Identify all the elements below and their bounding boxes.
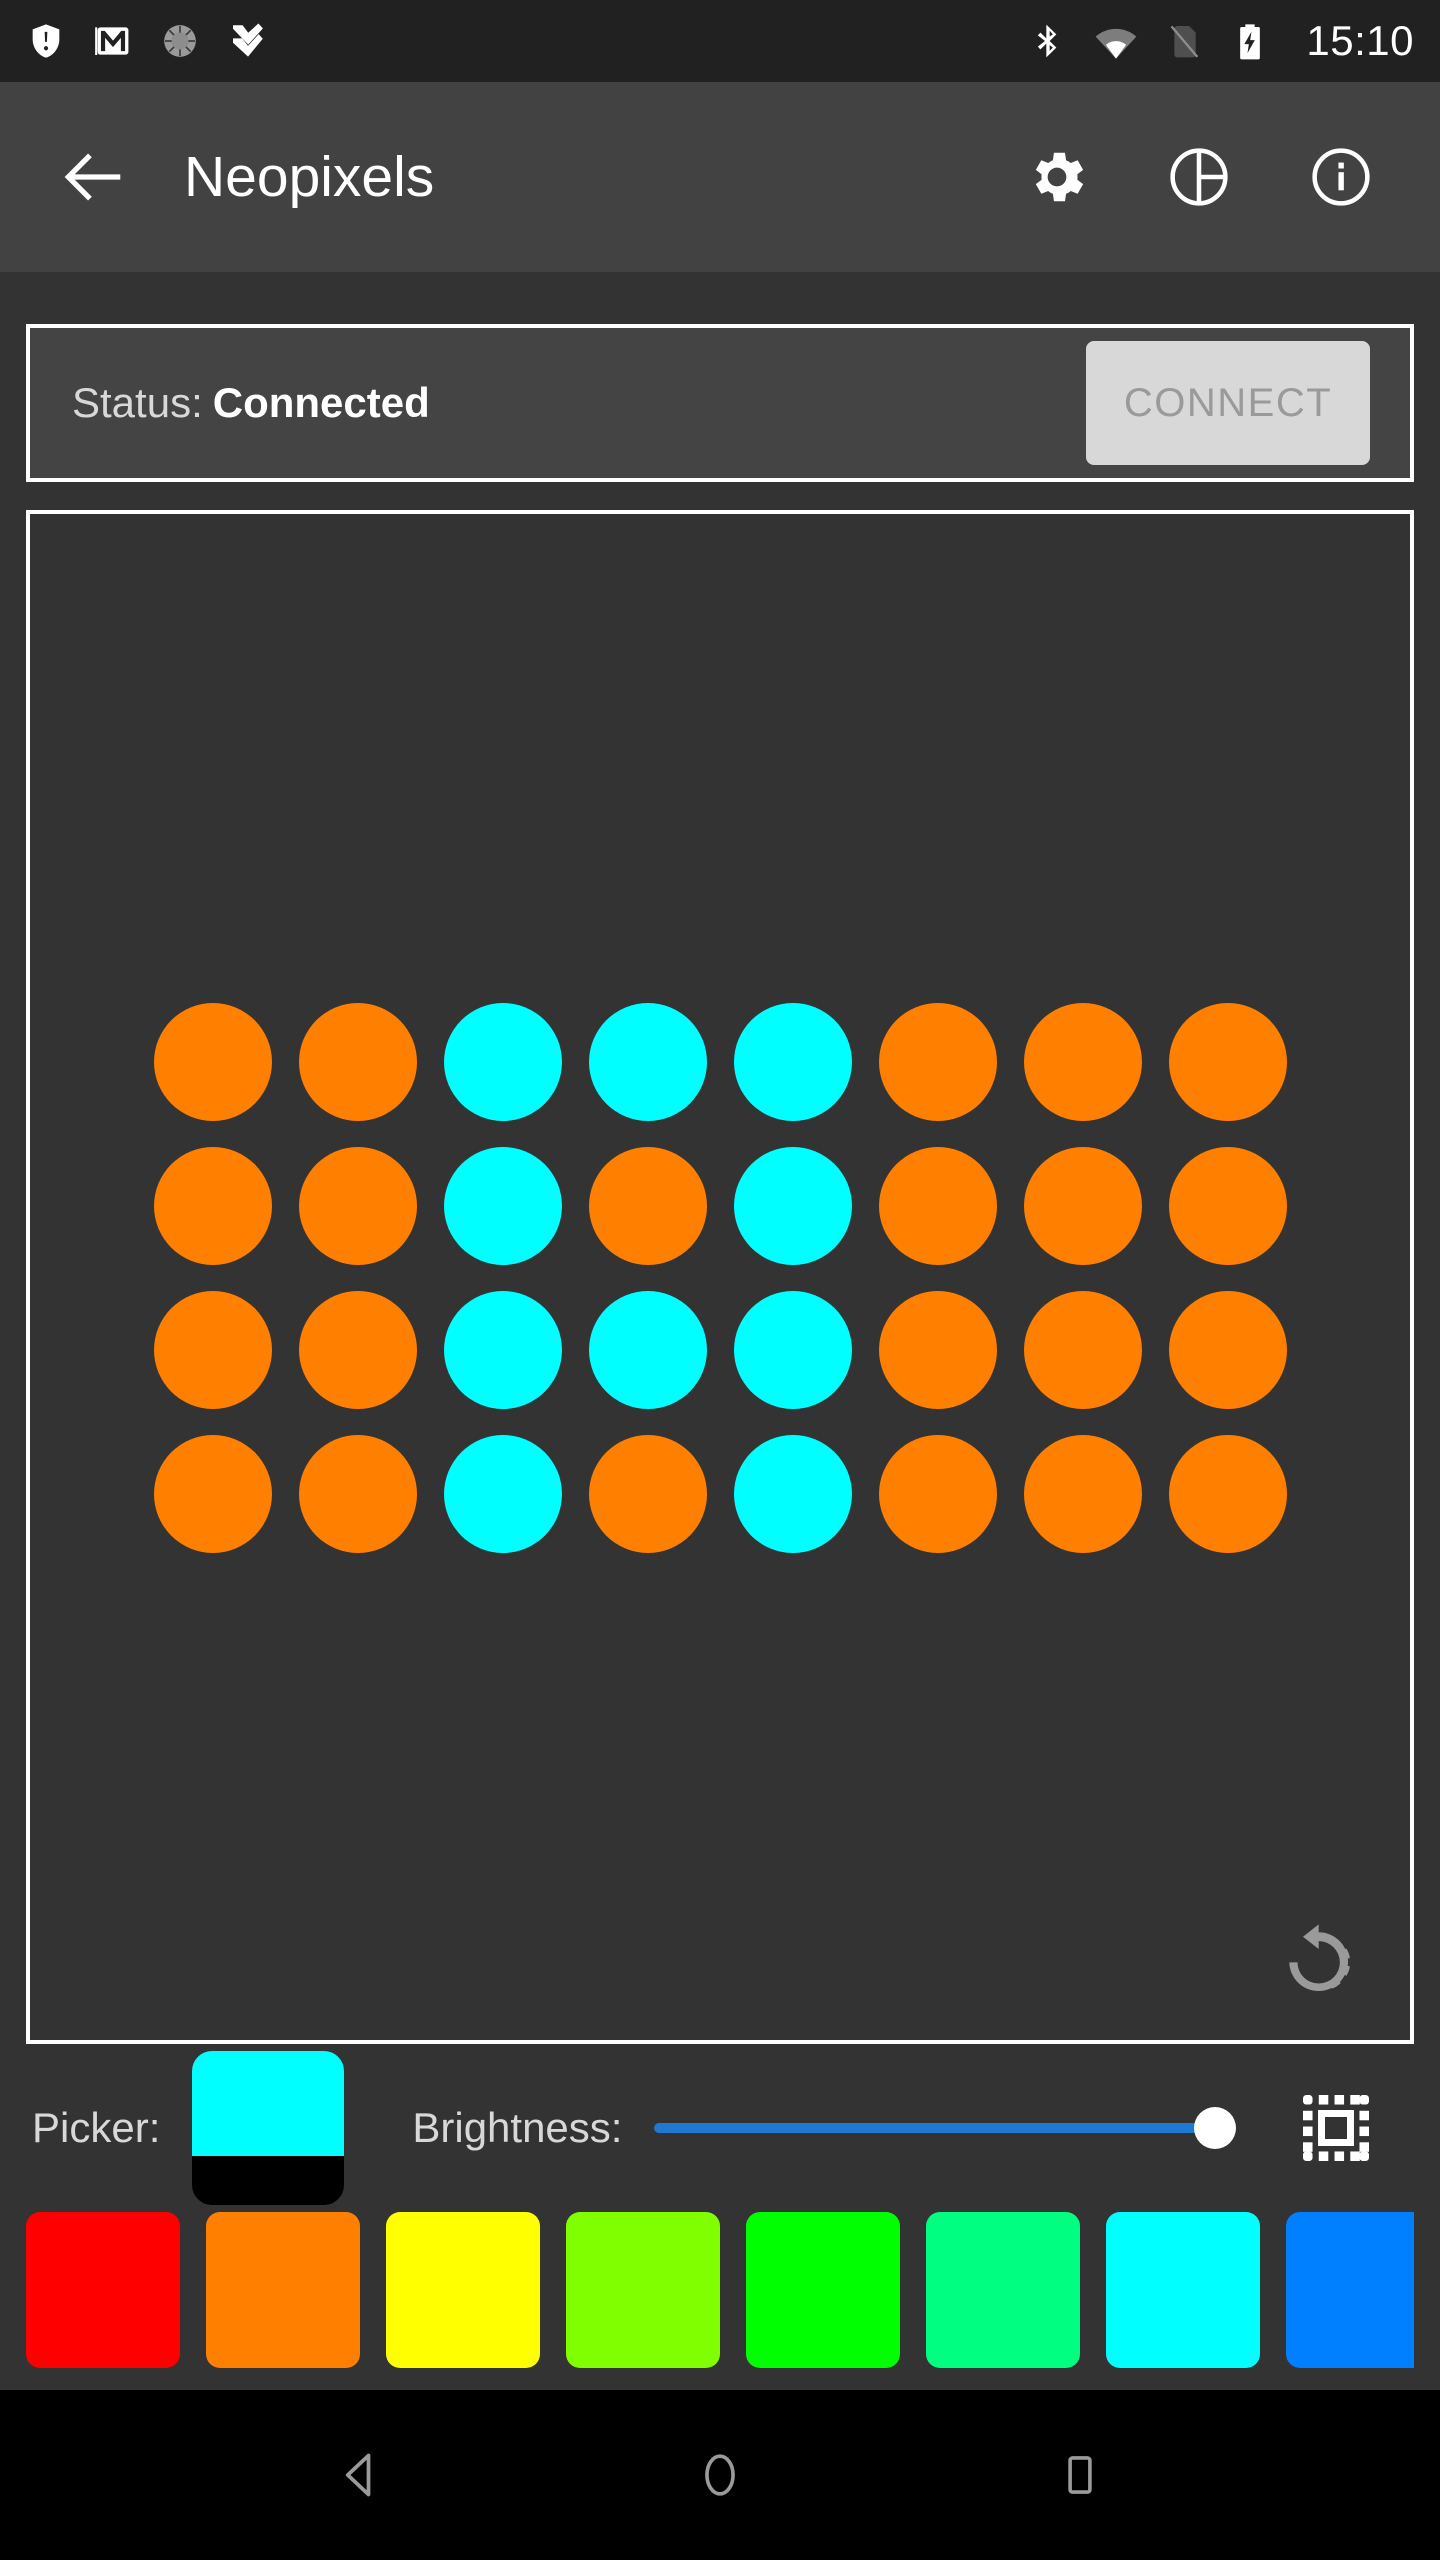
android-status-bar: 15:10	[0, 0, 1440, 82]
connection-status-card: Status: Connected CONNECT	[26, 324, 1414, 482]
led-pixel-r0-c0[interactable]	[153, 1003, 272, 1121]
app-bar: Neopixels	[0, 82, 1440, 272]
brightness-slider-thumb[interactable]	[1194, 2107, 1236, 2149]
picker-shadow-strip	[192, 2155, 345, 2205]
led-pixel-r2-c3[interactable]	[588, 1291, 707, 1409]
status-bar-notifications	[26, 20, 1028, 62]
neopixel-led-grid[interactable]	[153, 1003, 1287, 1553]
led-pixel-r3-c0[interactable]	[153, 1435, 272, 1553]
led-pixel-r1-c0[interactable]	[153, 1147, 272, 1265]
picker-label: Picker:	[32, 2104, 161, 2151]
palette-swatch-orange[interactable]	[206, 2212, 360, 2368]
led-pixel-r1-c5[interactable]	[878, 1147, 997, 1265]
led-pixel-r3-c5[interactable]	[878, 1435, 997, 1553]
gmail-icon	[92, 20, 134, 62]
neopixel-board-panel	[26, 510, 1414, 2044]
sync-spinner-icon	[160, 21, 200, 61]
led-pixel-r1-c1[interactable]	[298, 1147, 417, 1265]
led-pixel-r1-c6[interactable]	[1023, 1147, 1142, 1265]
led-pixel-r3-c3[interactable]	[588, 1435, 707, 1553]
page-title: Neopixels	[184, 145, 435, 209]
android-navigation-bar	[0, 2390, 1440, 2560]
palette-swatch-blue[interactable]	[1286, 2212, 1414, 2368]
palette-swatch-red[interactable]	[26, 2212, 180, 2368]
palette-swatch-green[interactable]	[746, 2212, 900, 2368]
security-shield-icon	[26, 21, 66, 61]
led-pixel-r1-c3[interactable]	[588, 1147, 707, 1265]
connection-status-text: Status: Connected	[72, 379, 430, 427]
back-arrow-icon[interactable]	[50, 134, 136, 220]
tasks-check-icon	[226, 20, 268, 62]
led-pixel-r2-c1[interactable]	[298, 1291, 417, 1409]
led-pixel-r0-c6[interactable]	[1023, 1003, 1142, 1121]
palette-swatch-spring-green[interactable]	[926, 2212, 1080, 2368]
palette-swatch-yellow[interactable]	[386, 2212, 540, 2368]
led-pixel-r3-c1[interactable]	[298, 1435, 417, 1553]
led-pixel-r0-c7[interactable]	[1168, 1003, 1287, 1121]
no-sim-icon	[1164, 21, 1204, 61]
phone-screen: 15:10 Neopixels Status: Connected CONNEC…	[0, 0, 1440, 2560]
led-pixel-r0-c3[interactable]	[588, 1003, 707, 1121]
info-icon[interactable]	[1304, 140, 1378, 214]
led-pixel-r2-c6[interactable]	[1023, 1291, 1142, 1409]
palette-swatch-cyan[interactable]	[1106, 2212, 1260, 2368]
palette-swatch-yellow-green[interactable]	[566, 2212, 720, 2368]
nav-back-icon[interactable]	[300, 2415, 420, 2535]
led-pixel-r3-c4[interactable]	[733, 1435, 852, 1553]
led-pixel-r0-c4[interactable]	[733, 1003, 852, 1121]
color-palette	[26, 2212, 1414, 2390]
nav-recents-icon[interactable]	[1020, 2415, 1140, 2535]
main-content: Status: Connected CONNECT Picker: Bright…	[0, 272, 1440, 2390]
led-pixel-r2-c5[interactable]	[878, 1291, 997, 1409]
led-pixel-r2-c0[interactable]	[153, 1291, 272, 1409]
connect-button[interactable]: CONNECT	[1086, 341, 1370, 465]
settings-gear-icon[interactable]	[1020, 140, 1094, 214]
led-pixel-r3-c6[interactable]	[1023, 1435, 1142, 1553]
battery-charging-icon	[1230, 21, 1270, 61]
bluetooth-icon	[1028, 21, 1068, 61]
led-pixel-r3-c2[interactable]	[443, 1435, 562, 1553]
rotate-icon[interactable]	[1270, 1914, 1366, 2010]
status-bar-system-icons: 15:10	[1028, 17, 1414, 65]
led-pixel-r0-c2[interactable]	[443, 1003, 562, 1121]
status-label: Status:	[72, 379, 203, 426]
led-pixel-r0-c1[interactable]	[298, 1003, 417, 1121]
led-pixel-r1-c7[interactable]	[1168, 1147, 1287, 1265]
led-pixel-r3-c7[interactable]	[1168, 1435, 1287, 1553]
pie-chart-icon[interactable]	[1162, 140, 1236, 214]
select-all-icon[interactable]	[1286, 2078, 1386, 2178]
led-pixel-r2-c4[interactable]	[733, 1291, 852, 1409]
appbar-actions	[1020, 140, 1378, 214]
status-bar-clock: 15:10	[1306, 17, 1414, 64]
color-picker-swatch[interactable]	[192, 2051, 345, 2205]
led-pixel-r0-c5[interactable]	[878, 1003, 997, 1121]
brightness-label: Brightness:	[412, 2104, 623, 2151]
brightness-slider[interactable]	[654, 2078, 1260, 2178]
led-pixel-r1-c4[interactable]	[733, 1147, 852, 1265]
wifi-icon	[1094, 19, 1138, 63]
status-value: Connected	[212, 379, 430, 426]
brightness-slider-track	[654, 2123, 1218, 2133]
picker-brightness-row: Picker: Brightness:	[26, 2044, 1414, 2212]
led-pixel-r2-c7[interactable]	[1168, 1291, 1287, 1409]
led-pixel-r2-c2[interactable]	[443, 1291, 562, 1409]
picker-current-color	[192, 2051, 345, 2156]
led-pixel-r1-c2[interactable]	[443, 1147, 562, 1265]
nav-home-icon[interactable]	[660, 2415, 780, 2535]
